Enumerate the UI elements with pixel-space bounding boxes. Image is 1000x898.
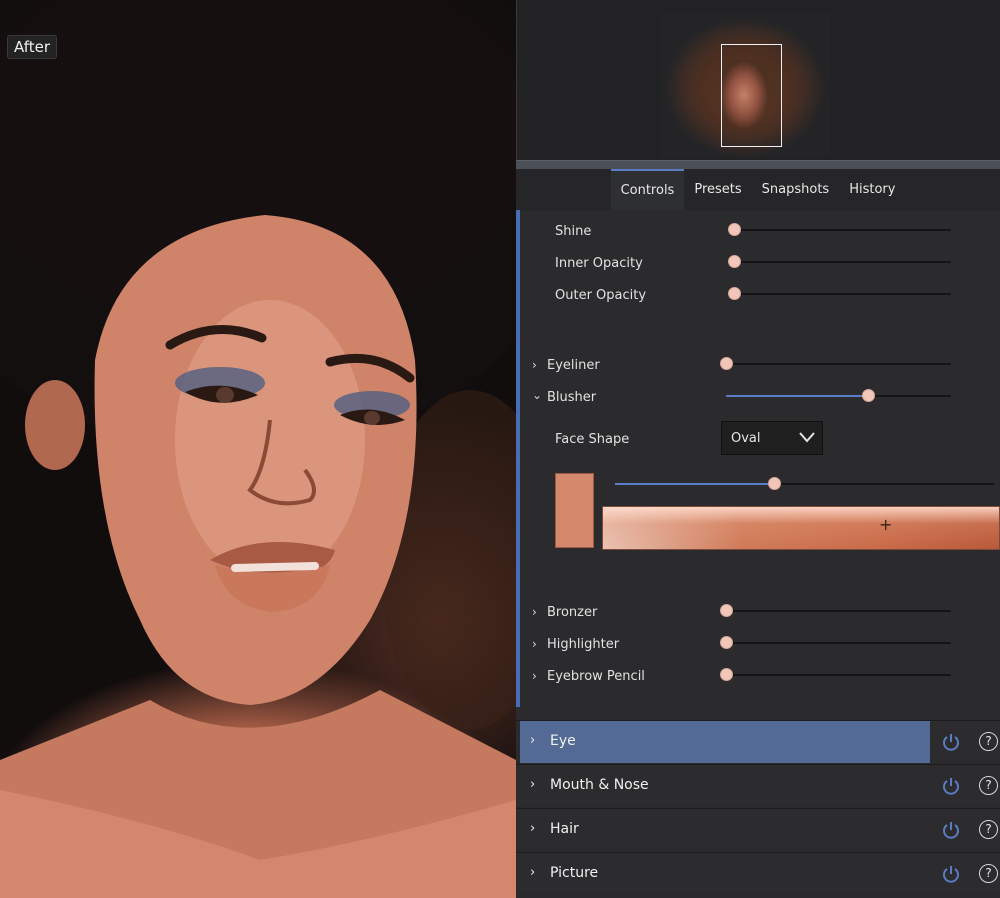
- eyeliner-label[interactable]: Eyeliner: [547, 358, 600, 373]
- section-mouth-nose[interactable]: › Mouth & Nose ?: [516, 764, 1000, 806]
- chevron-right-icon: ›: [530, 777, 536, 792]
- inner-opacity-label: Inner Opacity: [555, 256, 643, 271]
- outer-opacity-row: Outer Opacity: [516, 284, 1000, 308]
- help-icon[interactable]: ?: [979, 820, 998, 839]
- section-hair-header[interactable]: › Hair: [520, 809, 930, 851]
- section-eye[interactable]: › Eye ?: [516, 720, 1000, 763]
- eyebrow-pencil-row[interactable]: › Eyebrow Pencil: [516, 665, 1000, 689]
- face-shape-value: Oval: [731, 431, 761, 446]
- bronzer-row[interactable]: › Bronzer: [516, 601, 1000, 625]
- slider-thumb[interactable]: [861, 389, 875, 402]
- section-picture-header[interactable]: › Picture: [520, 853, 930, 895]
- highlighter-slider[interactable]: [720, 636, 951, 650]
- chevron-right-icon: ›: [530, 865, 536, 880]
- eyebrow-pencil-label[interactable]: Eyebrow Pencil: [547, 669, 645, 684]
- slider-thumb[interactable]: [768, 477, 782, 490]
- panel-tabs: Controls Presets Snapshots History: [516, 169, 1000, 210]
- help-icon[interactable]: ?: [979, 864, 998, 883]
- slider-thumb[interactable]: [728, 287, 741, 300]
- navigator-thumbnail[interactable]: [660, 13, 830, 157]
- blusher-color-swatch[interactable]: [555, 473, 594, 548]
- controls-pane: Shine Inner Opacity Outer Opacity › Eyel…: [516, 210, 1000, 715]
- power-icon[interactable]: [941, 864, 961, 884]
- tab-history[interactable]: History: [839, 169, 905, 210]
- after-badge: After: [7, 35, 58, 59]
- color-picker-crosshair-icon[interactable]: +: [879, 515, 892, 534]
- shine-slider[interactable]: [728, 223, 951, 237]
- section-picture[interactable]: › Picture ?: [516, 852, 1000, 894]
- chevron-right-icon[interactable]: ›: [532, 637, 537, 651]
- navigator-area: [516, 0, 1000, 160]
- power-icon[interactable]: [941, 732, 961, 752]
- chevron-right-icon[interactable]: ›: [532, 358, 537, 372]
- tab-presets[interactable]: Presets: [684, 169, 751, 210]
- slider-thumb[interactable]: [720, 604, 733, 617]
- eyeliner-row[interactable]: › Eyeliner: [516, 354, 1000, 378]
- shine-label: Shine: [555, 224, 592, 239]
- section-picture-label: Picture: [550, 865, 599, 881]
- slider-thumb[interactable]: [720, 636, 733, 649]
- power-icon[interactable]: [941, 820, 961, 840]
- chevron-right-icon[interactable]: ›: [532, 605, 537, 619]
- face-shape-label: Face Shape: [555, 432, 630, 447]
- slider-thumb[interactable]: [728, 223, 741, 236]
- blusher-slider[interactable]: [726, 389, 951, 403]
- blusher-row[interactable]: ⌄ Blusher: [516, 386, 1000, 410]
- eyeliner-slider[interactable]: [720, 357, 951, 371]
- chevron-down-icon[interactable]: ⌄: [532, 388, 542, 402]
- outer-opacity-label: Outer Opacity: [555, 288, 647, 303]
- blusher-label[interactable]: Blusher: [547, 390, 596, 405]
- bronzer-label[interactable]: Bronzer: [547, 605, 597, 620]
- chevron-down-icon: [799, 432, 815, 443]
- face-shape-select[interactable]: Oval: [721, 421, 823, 455]
- panel-divider[interactable]: [516, 160, 1000, 169]
- section-mouth-nose-header[interactable]: › Mouth & Nose: [520, 765, 930, 807]
- section-eye-header[interactable]: › Eye: [520, 721, 930, 763]
- highlighter-row[interactable]: › Highlighter: [516, 633, 1000, 657]
- power-icon[interactable]: [941, 776, 961, 796]
- chevron-right-icon: ›: [530, 821, 536, 836]
- inner-opacity-row: Inner Opacity: [516, 252, 1000, 276]
- section-eye-label: Eye: [550, 733, 576, 749]
- image-preview[interactable]: After: [0, 0, 516, 898]
- section-hair-label: Hair: [550, 821, 579, 837]
- eyebrow-pencil-slider[interactable]: [720, 668, 951, 682]
- shine-row: Shine: [516, 220, 1000, 244]
- slider-thumb[interactable]: [720, 357, 733, 370]
- highlighter-label[interactable]: Highlighter: [547, 637, 619, 652]
- portrait-image: [0, 0, 516, 898]
- section-hair[interactable]: › Hair ?: [516, 808, 1000, 850]
- outer-opacity-slider[interactable]: [728, 287, 951, 301]
- section-mouth-nose-label: Mouth & Nose: [550, 777, 649, 793]
- blusher-color-picker[interactable]: +: [602, 506, 1000, 550]
- tab-controls[interactable]: Controls: [610, 169, 685, 210]
- inner-opacity-slider[interactable]: [728, 255, 951, 269]
- blusher-color-strength-slider[interactable]: [615, 477, 994, 491]
- tab-snapshots[interactable]: Snapshots: [752, 169, 840, 210]
- slider-thumb[interactable]: [728, 255, 741, 268]
- help-icon[interactable]: ?: [979, 732, 998, 751]
- right-panel: Controls Presets Snapshots History Shine…: [516, 0, 1000, 898]
- slider-thumb[interactable]: [720, 668, 733, 681]
- chevron-right-icon: ›: [530, 733, 536, 748]
- bronzer-slider[interactable]: [720, 604, 951, 618]
- chevron-right-icon[interactable]: ›: [532, 669, 537, 683]
- navigator-viewport-frame[interactable]: [721, 44, 782, 147]
- help-icon[interactable]: ?: [979, 776, 998, 795]
